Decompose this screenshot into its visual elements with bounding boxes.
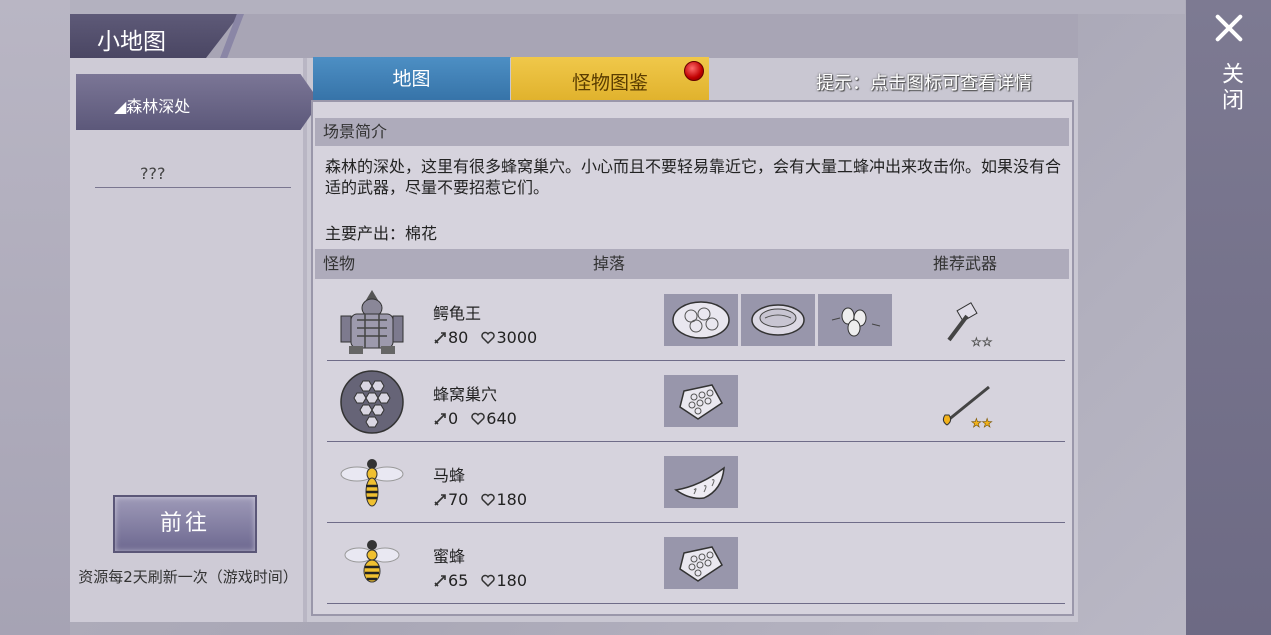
table-row: 蜂窝巢穴 0 640 ★★ xyxy=(327,361,1065,441)
panel-divider xyxy=(303,58,307,622)
monster-attack: 80 xyxy=(448,328,469,347)
seeds-icon[interactable] xyxy=(818,294,892,346)
monster-attack: 70 xyxy=(448,490,469,509)
monster-hp: 180 xyxy=(496,490,527,509)
col-drop: 掉落 xyxy=(593,254,626,273)
attack-icon xyxy=(434,332,446,344)
honeycomb-icon[interactable] xyxy=(664,375,738,427)
monster-stats: 0 640 xyxy=(433,409,517,428)
row-divider xyxy=(327,603,1065,604)
close-icon[interactable] xyxy=(1213,12,1245,44)
monster-attack: 65 xyxy=(448,571,469,590)
monster-hp: 3000 xyxy=(496,328,538,347)
hint-text: 提示：点击图标可查看详情 xyxy=(816,73,1032,94)
hornet-icon[interactable] xyxy=(337,448,407,518)
heart-icon xyxy=(481,331,496,345)
window-title: 小地图 xyxy=(97,29,166,55)
hammer-icon[interactable]: ☆☆ xyxy=(937,300,997,350)
col-monster: 怪物 xyxy=(323,254,356,273)
col-weapon: 推荐武器 xyxy=(933,254,998,273)
go-button[interactable]: 前往 xyxy=(113,495,257,553)
monster-attack: 0 xyxy=(448,409,459,428)
monster-name: 蜜蜂 xyxy=(433,547,466,566)
table-row: 蜜蜂 65 180 xyxy=(327,523,1065,603)
attack-icon xyxy=(434,575,446,587)
meat-icon[interactable] xyxy=(741,294,815,346)
scene-produce: 主要产出：棉花 xyxy=(325,224,438,243)
area-item-unknown[interactable]: ??? xyxy=(140,164,165,183)
attack-icon xyxy=(434,413,446,425)
svg-text:★★: ★★ xyxy=(971,416,993,430)
scene-heading: 场景简介 xyxy=(315,118,1069,146)
hive-icon[interactable] xyxy=(337,367,407,437)
attack-icon xyxy=(434,494,446,506)
monster-hp: 640 xyxy=(486,409,517,428)
monster-stats: 70 180 xyxy=(433,490,527,509)
heart-icon xyxy=(481,493,496,507)
refresh-note: 资源每2天刷新一次（游戏时间） xyxy=(78,568,298,586)
cotton-icon[interactable] xyxy=(664,294,738,346)
tab-map[interactable]: 地图 xyxy=(313,57,510,101)
monster-stats: 80 3000 xyxy=(433,328,537,347)
heart-icon xyxy=(471,412,486,426)
monster-table-header: 怪物 掉落 推荐武器 xyxy=(315,249,1069,279)
monster-name: 马蜂 xyxy=(433,466,466,485)
heart-icon xyxy=(481,574,496,588)
bee-icon[interactable] xyxy=(337,529,407,599)
svg-text:☆☆: ☆☆ xyxy=(971,335,993,349)
area-divider xyxy=(95,187,291,188)
background-top xyxy=(70,0,1185,14)
monster-hp: 180 xyxy=(496,571,527,590)
area-tab-forest-deep[interactable] xyxy=(76,74,320,130)
close-button[interactable]: 关闭 xyxy=(1212,62,1246,114)
table-row: 马蜂 70 180 xyxy=(327,442,1065,522)
notification-dot-icon xyxy=(684,61,704,81)
monster-name: 鳄龟王 xyxy=(433,304,482,323)
background-left xyxy=(0,0,70,635)
horn-icon[interactable] xyxy=(664,456,738,508)
tab-monster-guide-label: 怪物图鉴 xyxy=(571,72,648,94)
monster-name: 蜂窝巢穴 xyxy=(433,385,498,404)
table-row: 鳄龟王 80 3000 ☆☆ xyxy=(327,280,1065,360)
scene-description: 森林的深处，这里有很多蜂窝巢穴。小心而且不要轻易靠近它，会有大量工蜂冲出来攻击你… xyxy=(325,157,1062,197)
minimap-window: 小地图 ◢森林深处 ??? 前往 资源每2天刷新一次（游戏时间） 地图 怪物图鉴… xyxy=(70,14,1078,622)
torch-spear-icon[interactable]: ★★ xyxy=(937,381,997,431)
turtle-king-icon[interactable] xyxy=(337,286,407,356)
area-tab-label: ◢森林深处 xyxy=(114,97,191,116)
monster-stats: 65 180 xyxy=(433,571,527,590)
honeycomb-icon[interactable] xyxy=(664,537,738,589)
